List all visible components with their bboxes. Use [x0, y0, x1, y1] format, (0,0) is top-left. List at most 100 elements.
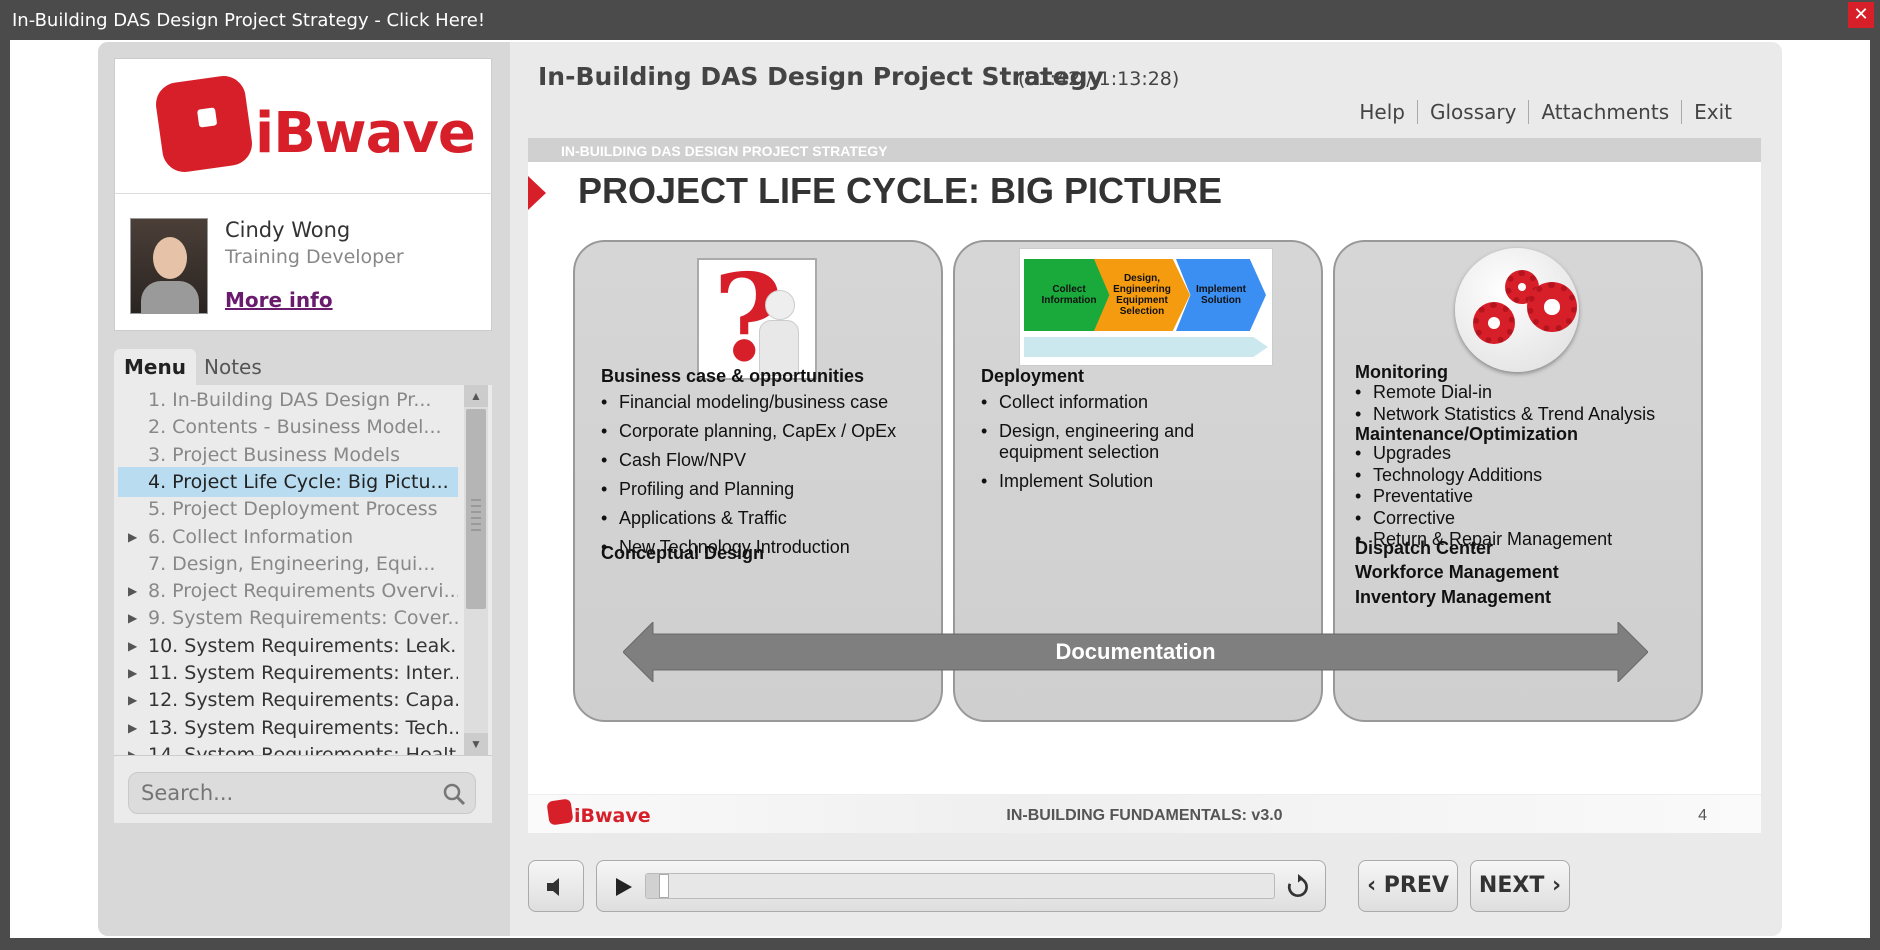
- slide-strip-text: IN-BUILDING DAS DESIGN PROJECT STRATEGY: [561, 143, 888, 159]
- search-area: [114, 755, 492, 823]
- window-titlebar: In-Building DAS Design Project Strategy …: [0, 0, 1880, 40]
- play-icon[interactable]: [611, 875, 635, 899]
- menu-item[interactable]: ▶ 14. System Requirements: Healt...: [118, 740, 458, 755]
- scroll-up-icon[interactable]: ▲: [464, 385, 488, 407]
- expand-arrow-icon[interactable]: ▶: [128, 713, 137, 743]
- progress-slider[interactable]: [645, 873, 1275, 899]
- replay-icon[interactable]: [1285, 874, 1311, 900]
- expand-arrow-icon[interactable]: ▶: [128, 685, 137, 715]
- menu-item-label: 13. System Requirements: Tech...: [148, 716, 458, 739]
- chevron-left-icon: ‹: [1367, 873, 1384, 898]
- close-icon[interactable]: ✕: [1848, 2, 1874, 28]
- process-diagram: Collect Information Design, Engineering …: [1019, 248, 1273, 366]
- search-icon[interactable]: [442, 782, 466, 806]
- next-button[interactable]: NEXT ›: [1470, 860, 1570, 912]
- menu-item[interactable]: ▶ 10. System Requirements: Leak...: [118, 631, 458, 661]
- menu-scrollbar[interactable]: ▲ ▼: [464, 385, 488, 755]
- tab-menu[interactable]: Menu: [114, 349, 196, 387]
- glossary-link[interactable]: Glossary: [1417, 100, 1528, 124]
- speaker-icon: [547, 878, 559, 896]
- chevron-right-icon: ›: [1544, 873, 1562, 898]
- avatar: [130, 218, 208, 314]
- presenter-name: Cindy Wong: [225, 218, 351, 242]
- menu-item[interactable]: ▶ 11. System Requirements: Inter...: [118, 658, 458, 688]
- menu-item[interactable]: ▶ 12. System Requirements: Capa...: [118, 685, 458, 715]
- menu-item-label: 4. Project Life Cycle: Big Pictu...: [148, 470, 449, 493]
- help-link[interactable]: Help: [1347, 100, 1417, 124]
- documentation-arrow: Documentation: [623, 622, 1648, 682]
- monitoring-list: Remote Dial-in Network Statistics & Tren…: [1355, 382, 1655, 425]
- menu-item[interactable]: 7. Design, Engineering, Equi...: [118, 549, 458, 579]
- menu-item-label: 9. System Requirements: Cover...: [148, 607, 458, 630]
- dispatch-center-heading: Dispatch Center: [1355, 538, 1494, 558]
- menu-item-label: 3. Project Business Models: [148, 443, 400, 466]
- business-case-list: Financial modeling/business case Corpora…: [601, 392, 896, 566]
- expand-arrow-icon[interactable]: ▶: [128, 631, 137, 661]
- slide-heading: PROJECT LIFE CYCLE: BIG PICTURE: [578, 170, 1223, 211]
- conceptual-design-heading: Conceptual Design: [601, 543, 765, 563]
- menu-list: 1. In-Building DAS Design Pr... 2. Conten…: [114, 385, 492, 755]
- menu-item[interactable]: ▶ 8. Project Requirements Overvi...: [118, 576, 458, 606]
- menu-item-label: 10. System Requirements: Leak...: [148, 634, 458, 657]
- menu-item[interactable]: 2. Contents - Business Model...: [118, 412, 458, 442]
- expand-arrow-icon[interactable]: ▶: [128, 740, 137, 755]
- workforce-heading: Workforce Management: [1355, 562, 1559, 582]
- expand-arrow-icon[interactable]: ▶: [128, 658, 137, 688]
- presenter-role: Training Developer: [225, 246, 404, 268]
- course-player: iBwave Cindy Wong Training Developer Mor…: [98, 42, 1782, 936]
- list-item: Financial modeling/business case: [601, 392, 896, 413]
- sidebar: iBwave Cindy Wong Training Developer Mor…: [98, 42, 510, 936]
- menu-item-label: 8. Project Requirements Overvi...: [148, 580, 458, 603]
- red-triangle-icon: [528, 176, 546, 210]
- volume-button[interactable]: [528, 860, 584, 912]
- expand-arrow-icon[interactable]: ▶: [128, 603, 137, 633]
- prev-text: PREV: [1383, 873, 1449, 898]
- logo-text: iBwave: [255, 101, 476, 166]
- menu-item-label: 11. System Requirements: Inter...: [148, 662, 458, 684]
- menu-item-label: 14. System Requirements: Healt...: [148, 743, 458, 755]
- maintenance-heading: Maintenance/Optimization: [1355, 424, 1579, 444]
- course-time: (01:42 / 1:13:28): [1018, 68, 1180, 90]
- menu-item-label: 2. Contents - Business Model...: [148, 416, 442, 439]
- menu-item[interactable]: 5. Project Deployment Process: [118, 494, 458, 524]
- expand-arrow-icon[interactable]: ▶: [128, 522, 137, 552]
- sidebar-tabs: Menu Notes: [114, 349, 492, 387]
- list-item: Network Statistics & Trend Analysis: [1355, 404, 1655, 426]
- scroll-down-icon[interactable]: ▼: [464, 733, 488, 755]
- attachments-link[interactable]: Attachments: [1528, 100, 1681, 124]
- menu-item[interactable]: 1. In-Building DAS Design Pr...: [118, 385, 458, 415]
- menu-item[interactable]: 3. Project Business Models: [118, 440, 458, 470]
- progress-handle[interactable]: [658, 874, 669, 898]
- slide-page-number: 4: [1698, 807, 1707, 824]
- menu-item[interactable]: ▶ 13. System Requirements: Tech...: [118, 713, 458, 743]
- tab-notes[interactable]: Notes: [194, 349, 272, 387]
- list-item: Upgrades: [1355, 443, 1612, 465]
- footer-course-name: IN-BUILDING FUNDAMENTALS: v3.0: [1006, 807, 1283, 824]
- business-case-heading: Business case & opportunities: [601, 366, 865, 386]
- scroll-thumb[interactable]: [466, 409, 486, 609]
- list-item: Technology Additions: [1355, 465, 1612, 487]
- prev-button[interactable]: ‹ PREV: [1358, 860, 1458, 912]
- menu-item-label: 7. Design, Engineering, Equi...: [148, 552, 436, 575]
- expand-arrow-icon[interactable]: ▶: [128, 576, 137, 606]
- deployment-heading: Deployment: [981, 366, 1085, 386]
- list-item: Design, engineering and equipment select…: [981, 421, 1281, 463]
- list-item: Implement Solution: [981, 471, 1281, 492]
- playback-bar: [596, 860, 1326, 912]
- menu-item-label: 12. System Requirements: Capa...: [148, 689, 458, 712]
- menu-item[interactable]: ▶ 6. Collect Information: [118, 522, 458, 552]
- progress-fill: [646, 874, 659, 898]
- question-mark-icon: ?: [697, 248, 817, 389]
- menu-item[interactable]: 4. Project Life Cycle: Big Pictu...: [118, 466, 458, 497]
- gears-icon: [1455, 248, 1579, 372]
- inventory-heading: Inventory Management: [1355, 587, 1552, 607]
- window-title: In-Building DAS Design Project Strategy …: [12, 10, 486, 31]
- deployment-list: Collect information Design, engineering …: [981, 392, 1281, 500]
- search-input[interactable]: [128, 772, 476, 814]
- process-arrow-bar: [1024, 337, 1268, 357]
- more-info-link[interactable]: More info: [225, 288, 333, 312]
- list-item: Profiling and Planning: [601, 479, 896, 500]
- monitoring-heading: Monitoring: [1355, 362, 1448, 382]
- exit-link[interactable]: Exit: [1681, 100, 1744, 124]
- menu-item[interactable]: ▶ 9. System Requirements: Cover...: [118, 603, 458, 633]
